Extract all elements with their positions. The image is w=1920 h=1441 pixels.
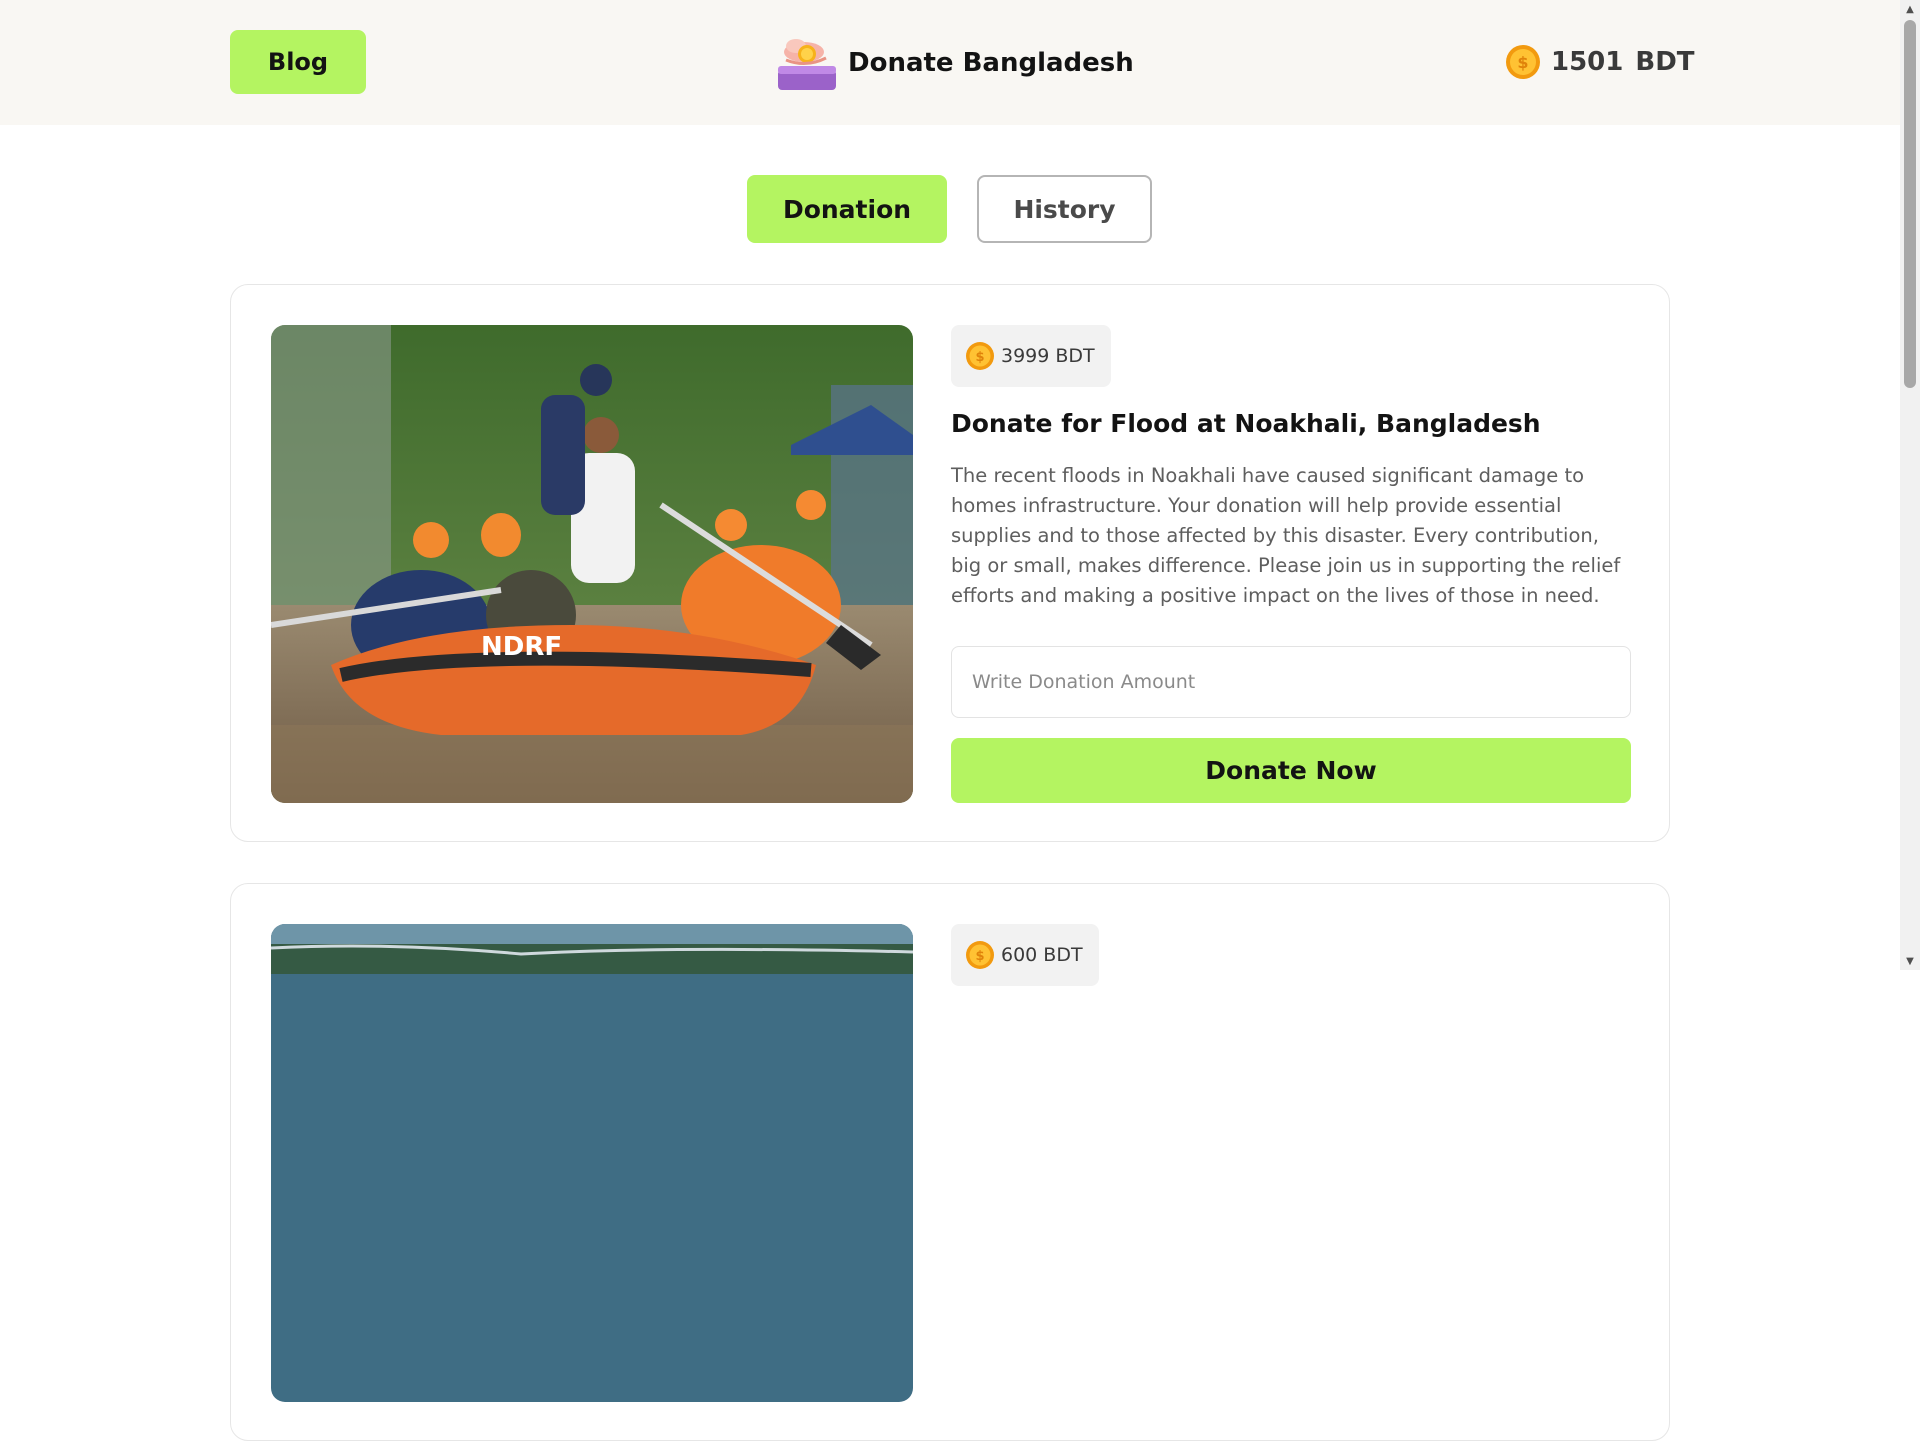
brand-name: Donate Bangladesh bbox=[848, 48, 1134, 78]
brand[interactable]: Donate Bangladesh bbox=[776, 32, 1134, 94]
donation-total-badge: $ 600 BDT bbox=[951, 924, 1099, 986]
balance-display: $ 1501 BDT bbox=[1505, 44, 1695, 80]
donation-amount-input[interactable] bbox=[951, 646, 1631, 718]
svg-text:$: $ bbox=[1517, 53, 1528, 72]
donation-card-2: $ 600 BDT bbox=[230, 883, 1670, 1441]
blog-button[interactable]: Blog bbox=[230, 30, 366, 94]
coin-icon: $ bbox=[1506, 45, 1540, 79]
scrollbar-thumb[interactable] bbox=[1904, 20, 1916, 388]
svg-text:$: $ bbox=[975, 949, 984, 964]
donation-total-amount: 3999 BDT bbox=[1001, 345, 1095, 367]
balance-currency: BDT bbox=[1635, 47, 1695, 77]
donation-hand-coin-icon bbox=[778, 39, 836, 90]
vertical-scrollbar[interactable]: ▲ ▼ bbox=[1900, 0, 1920, 970]
donation-total-amount: 600 BDT bbox=[1001, 944, 1083, 966]
scroll-up-arrow-icon[interactable]: ▲ bbox=[1900, 0, 1920, 18]
coin-icon: $ bbox=[966, 941, 994, 969]
svg-text:NDRF: NDRF bbox=[481, 632, 562, 662]
tab-donation[interactable]: Donation bbox=[747, 175, 947, 243]
top-header: Blog Donate Bangladesh $ 1501 BDT bbox=[0, 0, 1900, 125]
aerial-flood-photo bbox=[271, 924, 913, 1402]
donation-title: Donate for Flood at Noakhali, Bangladesh bbox=[951, 409, 1541, 438]
balance-amount: 1501 bbox=[1551, 47, 1624, 77]
flood-rescue-photo: NDRF bbox=[271, 325, 913, 803]
donate-now-button[interactable]: Donate Now bbox=[951, 738, 1631, 803]
donation-card-noakhali: NDRF $ 3999 BDT Donate for Flood at Noak… bbox=[230, 284, 1670, 842]
svg-text:$: $ bbox=[975, 350, 984, 365]
tab-history[interactable]: History bbox=[977, 175, 1152, 243]
donation-description: The recent floods in Noakhali have cause… bbox=[951, 464, 1621, 607]
donation-total-badge: $ 3999 BDT bbox=[951, 325, 1111, 387]
coin-icon: $ bbox=[966, 342, 994, 370]
scroll-down-arrow-icon[interactable]: ▼ bbox=[1900, 952, 1920, 970]
